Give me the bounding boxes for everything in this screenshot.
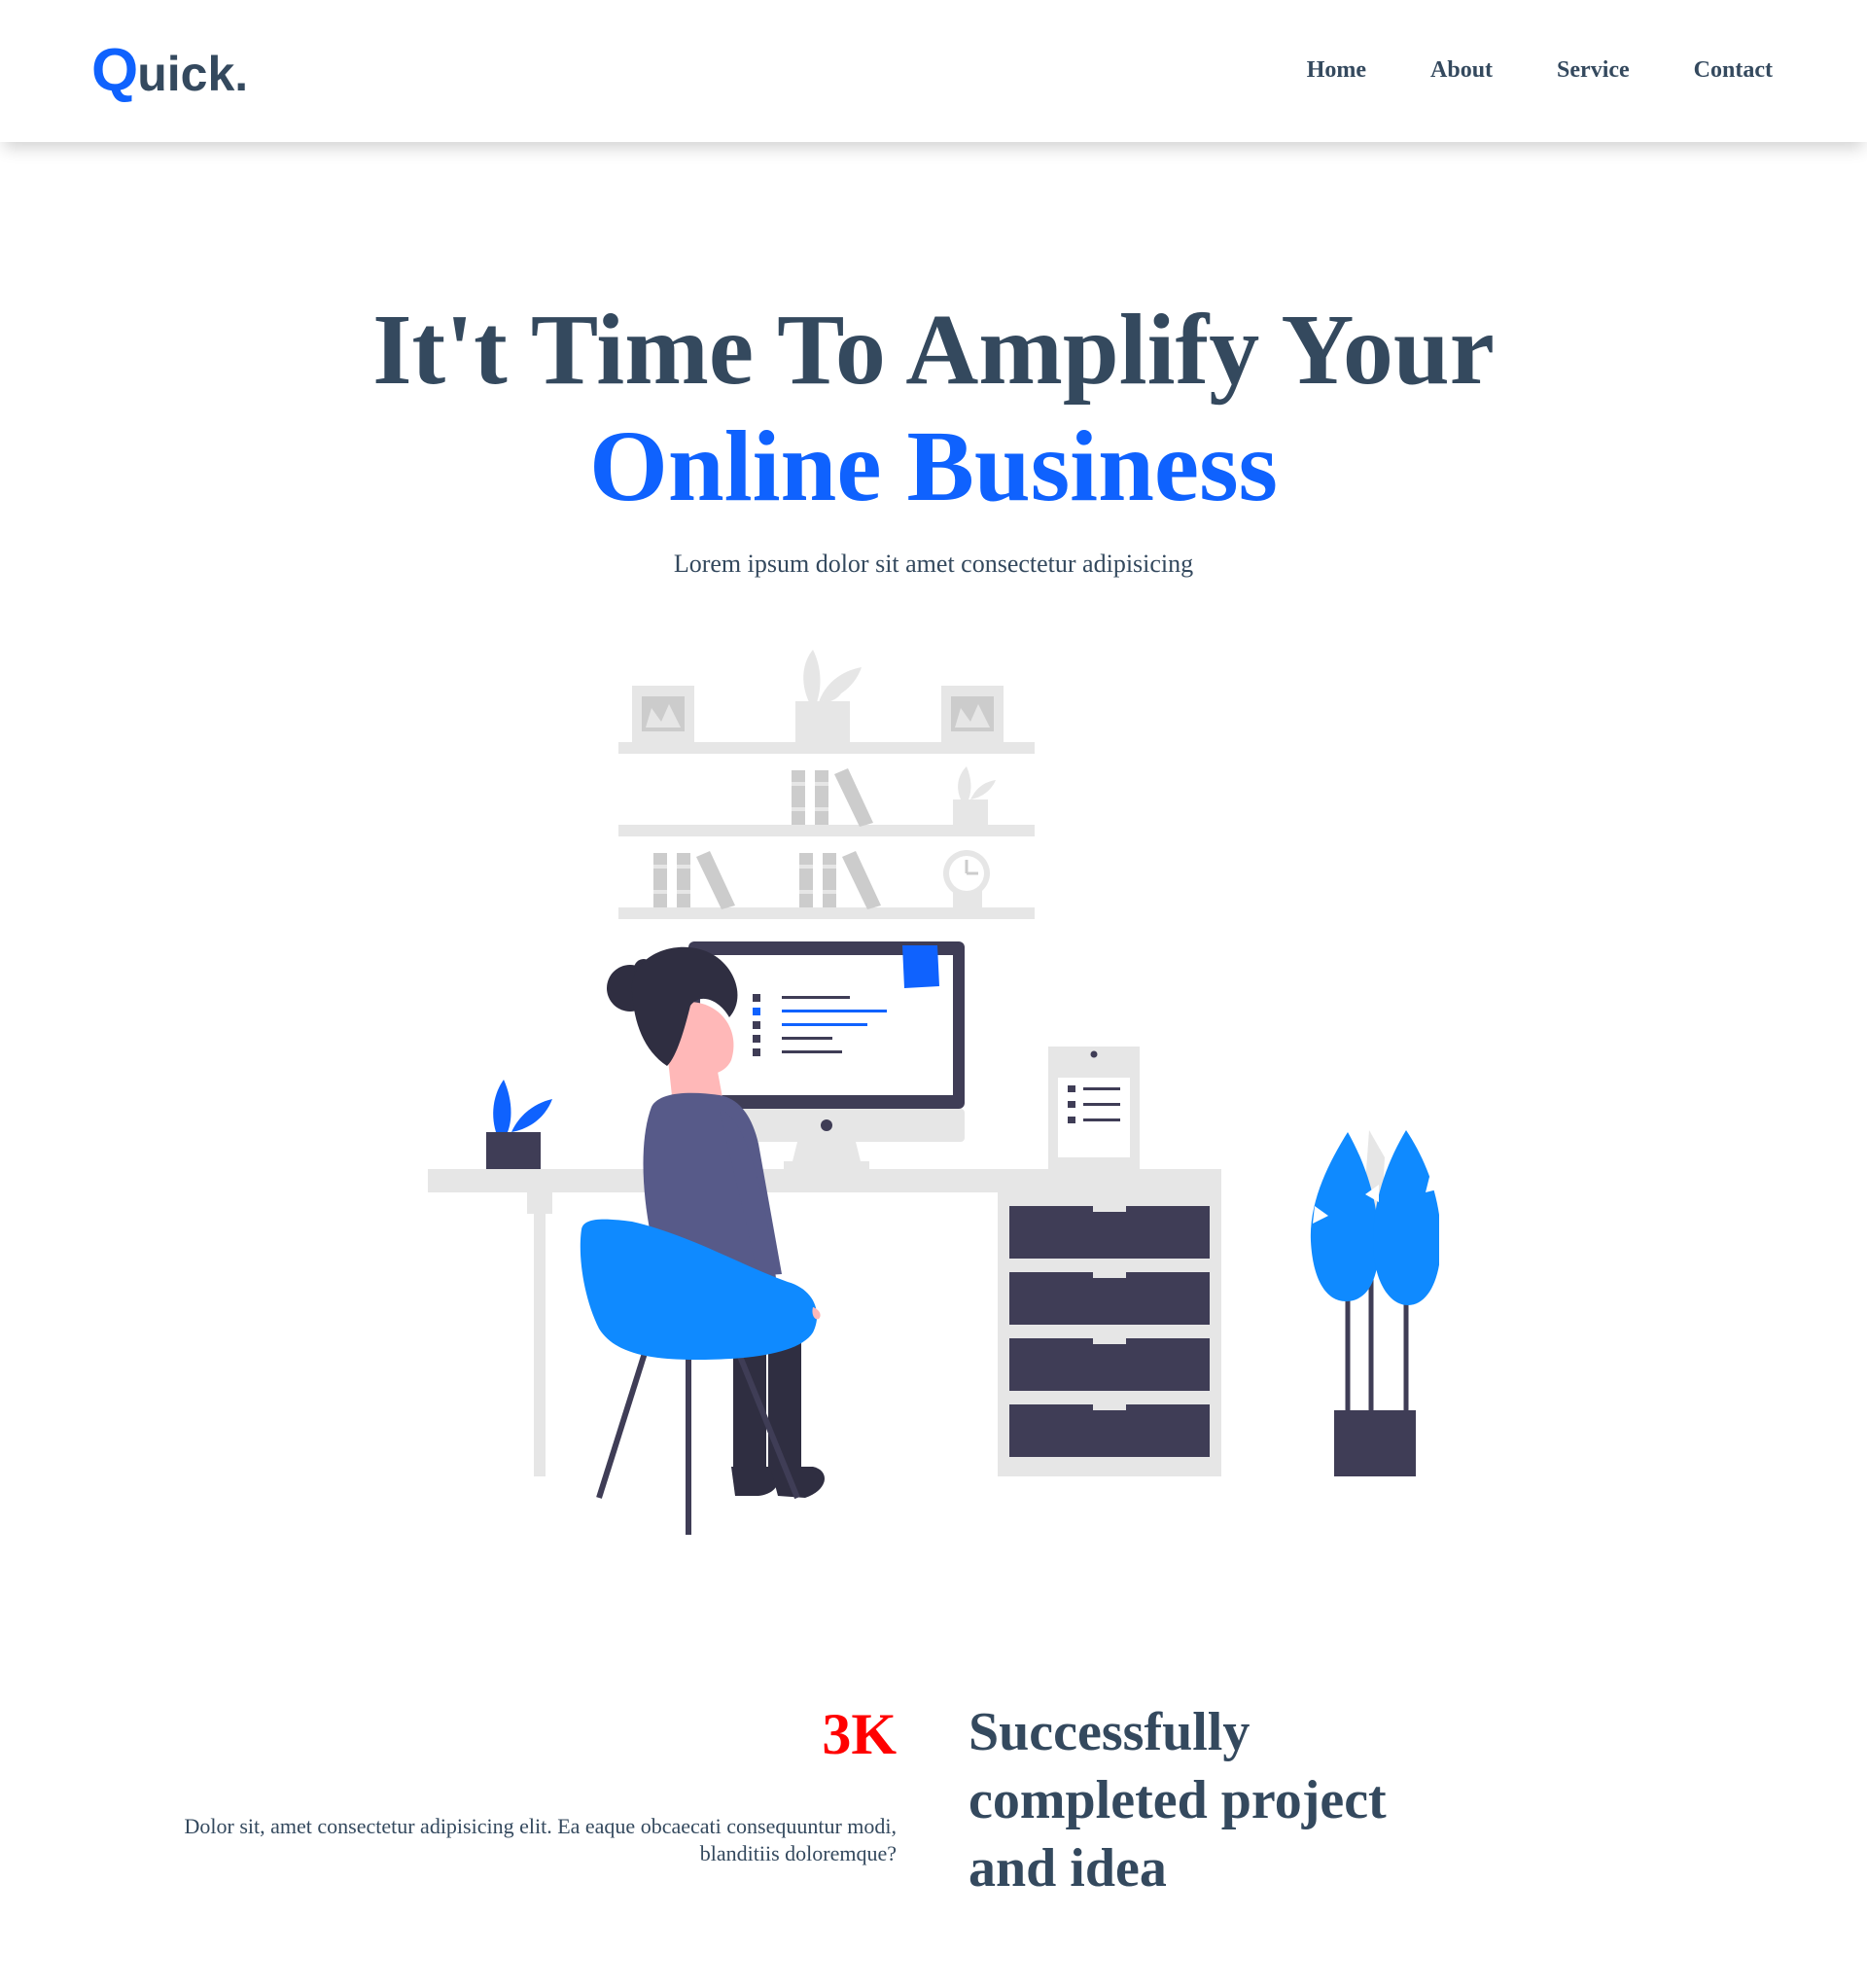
hero-title-line1: It't Time To Amplify Your	[372, 294, 1495, 406]
stat-heading: Successfully completed project and idea	[969, 1702, 1387, 1899]
stat-description: Dolor sit, amet consectetur adipisicing …	[184, 1814, 897, 1865]
nav-menu: Home About Service Contact	[1275, 51, 1773, 89]
clock-icon	[943, 850, 990, 897]
nav-service-link[interactable]: Service	[1525, 51, 1662, 89]
logo-initial: Q	[91, 37, 138, 104]
stat-number: 3K	[822, 1702, 897, 1766]
books-shelf-three-middle	[799, 851, 881, 909]
logo-text: uick.	[137, 47, 249, 101]
books-shelf-three-left	[653, 851, 735, 909]
desk-plant	[486, 1080, 552, 1169]
hero-subtitle: Lorem ipsum dolor sit amet consectetur a…	[673, 550, 1194, 578]
drawer-cabinet	[998, 1169, 1221, 1476]
woman-at-desk-illustration	[428, 650, 1439, 1535]
nav-home-link[interactable]: Home	[1275, 51, 1398, 89]
hero-title-line2: Online Business	[588, 410, 1279, 522]
floor-plant	[1310, 1130, 1439, 1476]
books-shelf-two	[792, 768, 873, 827]
hero-title: It't Time To Amplify Your Online Busines…	[0, 292, 1867, 525]
logo-link[interactable]: Quick.	[91, 37, 249, 104]
tablet	[1048, 1047, 1140, 1169]
nav-about-link[interactable]: About	[1398, 51, 1525, 89]
nav-contact-link[interactable]: Contact	[1662, 51, 1773, 89]
navbar: Quick. Home About Service Contact	[0, 0, 1867, 142]
